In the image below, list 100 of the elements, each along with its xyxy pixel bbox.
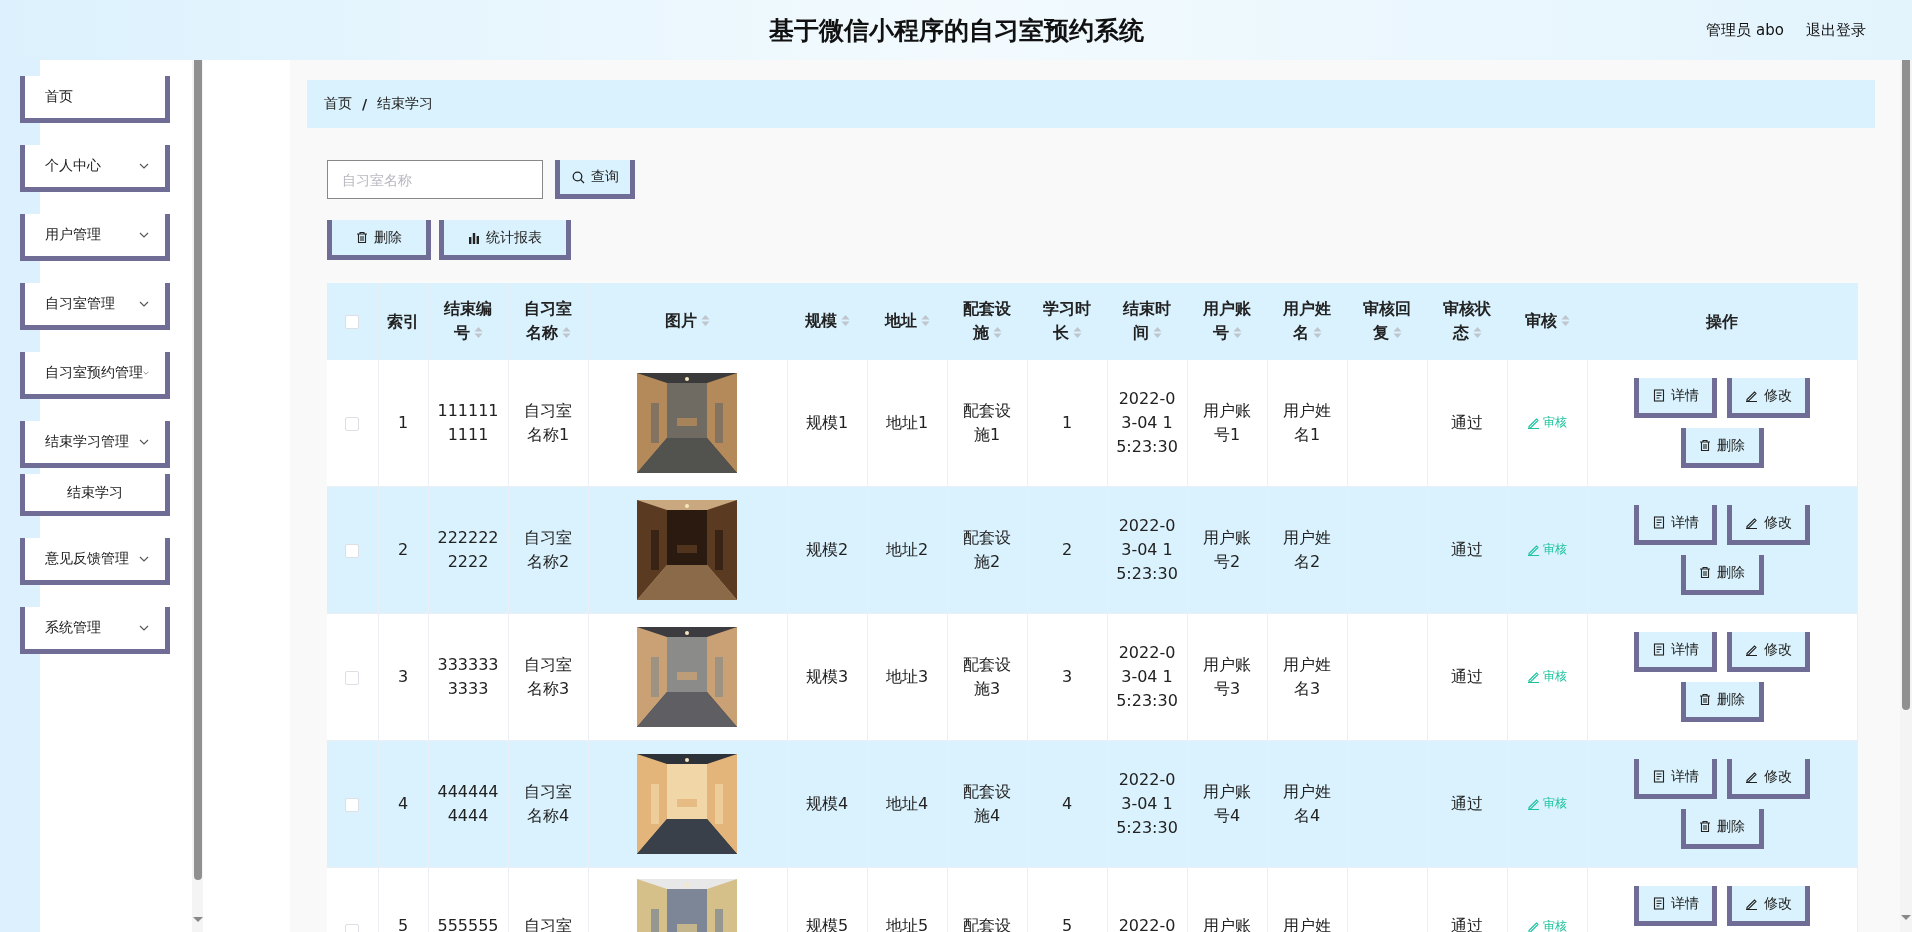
table-cell: 555555 [437, 916, 499, 932]
table-cell: 地址4 [885, 794, 929, 813]
sort-icon[interactable] [1312, 325, 1322, 339]
table-cell: 地址2 [885, 540, 929, 559]
menu-item[interactable]: 意见反馈管理 [20, 538, 170, 585]
row-checkbox[interactable] [345, 797, 360, 812]
chevron-down-icon [139, 301, 149, 307]
chevron-down-icon [139, 625, 149, 631]
breadcrumb-item[interactable]: 首页 [324, 95, 352, 113]
table-cell: 配套设施1 [963, 401, 1011, 444]
edit-button[interactable]: 修改 [1727, 378, 1810, 418]
chevron-down-icon [139, 556, 149, 562]
table-cell: 3 [397, 667, 409, 686]
table-cell: 用户姓名1 [1283, 401, 1331, 444]
table-cell: 自习室名称1 [524, 401, 572, 444]
chevron-down-icon [143, 370, 149, 376]
table-cell: 规模2 [805, 540, 849, 559]
table-cell: 通过 [1451, 916, 1483, 932]
detail-button[interactable]: 详情 [1634, 632, 1717, 672]
trash-icon [1699, 820, 1711, 833]
table-cell: 3333333333 [437, 655, 499, 698]
sort-icon[interactable] [561, 325, 571, 339]
pencil-icon [1745, 643, 1758, 656]
search-button[interactable]: 查询 [555, 160, 635, 199]
sort-icon[interactable] [701, 313, 710, 327]
sort-icon[interactable] [920, 313, 930, 327]
menu-item[interactable]: 结束学习管理 [20, 421, 170, 468]
table-cell: 2022-03-04 15:23:30 [1116, 770, 1178, 837]
bar-chart-icon [468, 231, 480, 244]
pencil-icon [1527, 669, 1540, 683]
menu-item[interactable]: 自习室管理 [20, 283, 170, 330]
menu-item[interactable]: 个人中心 [20, 145, 170, 192]
row-checkbox[interactable] [345, 670, 360, 685]
submenu-item[interactable]: 结束学习 [20, 474, 170, 516]
pencil-icon [1527, 919, 1540, 932]
select-all-checkbox[interactable] [345, 315, 360, 329]
row-checkbox[interactable] [345, 416, 360, 431]
sort-icon[interactable] [1072, 325, 1082, 339]
table-cell: 地址3 [885, 667, 929, 686]
scrollbar[interactable] [194, 60, 202, 880]
sort-icon[interactable] [992, 325, 1002, 339]
menu-item[interactable]: 首页 [20, 76, 170, 123]
detail-button[interactable]: 详情 [1634, 505, 1717, 545]
table-cell: 2022-0 [1118, 916, 1176, 932]
trash-icon [1699, 566, 1711, 579]
breadcrumb-item[interactable]: 结束学习 [377, 95, 434, 113]
sort-icon[interactable] [1152, 325, 1162, 339]
sort-icon[interactable] [1560, 313, 1570, 327]
pencil-icon [1527, 542, 1540, 556]
logout-link[interactable]: 退出登录 [1806, 20, 1866, 40]
table-cell: 用户账号1 [1203, 401, 1251, 444]
sort-icon[interactable] [473, 325, 483, 339]
sort-icon[interactable] [840, 313, 850, 327]
table-cell: 4 [397, 794, 409, 813]
table-cell: 用户账号2 [1203, 528, 1251, 571]
edit-button[interactable]: 修改 [1727, 505, 1810, 545]
delete-button[interactable]: 删除 [1680, 555, 1764, 595]
delete-button[interactable]: 删除 [327, 220, 431, 260]
table-cell: 通过 [1451, 667, 1483, 686]
menu-item[interactable]: 自习室预约管理 [20, 352, 170, 399]
table-cell: 2 [1061, 540, 1073, 559]
table-cell: 用户姓名3 [1283, 655, 1331, 698]
pencil-icon [1745, 516, 1758, 529]
delete-button[interactable]: 删除 [1680, 809, 1764, 849]
trash-icon [1699, 439, 1711, 452]
column-header: 索引 [386, 310, 420, 333]
delete-button[interactable]: 删除 [1680, 682, 1764, 722]
row-checkbox[interactable] [345, 543, 360, 558]
pencil-icon [1527, 796, 1540, 810]
table-cell: 5 [1061, 916, 1073, 932]
table-cell: 通过 [1451, 794, 1483, 813]
scrollbar[interactable] [1902, 60, 1910, 710]
edit-button[interactable]: 修改 [1727, 759, 1810, 799]
table-cell: 用户姓名4 [1283, 782, 1331, 825]
scroll-down-icon[interactable] [1901, 915, 1911, 920]
table-cell: 2 [397, 540, 409, 559]
chevron-down-icon [139, 439, 149, 445]
trash-icon [1699, 693, 1711, 706]
edit-button[interactable]: 修改 [1727, 632, 1810, 672]
menu-item[interactable]: 用户管理 [20, 214, 170, 261]
sort-icon[interactable] [1392, 325, 1402, 339]
document-icon [1652, 389, 1665, 402]
detail-button[interactable]: 详情 [1634, 378, 1717, 418]
table-cell: 3 [1061, 667, 1073, 686]
sort-icon[interactable] [1472, 325, 1482, 339]
table-cell: 配套设施4 [963, 782, 1011, 825]
table-cell: 用户账号4 [1203, 782, 1251, 825]
menu-item[interactable]: 系统管理 [20, 607, 170, 654]
table-cell: 2022-03-04 15:23:30 [1116, 516, 1178, 583]
detail-button[interactable]: 详情 [1634, 759, 1717, 799]
detail-button[interactable]: 详情 [1634, 886, 1717, 926]
search-field[interactable]: 自习室名称 [327, 160, 543, 199]
search-icon [571, 170, 585, 184]
sort-icon[interactable] [1232, 325, 1242, 339]
table-cell: 通过 [1451, 413, 1483, 432]
edit-button[interactable]: 修改 [1727, 886, 1810, 926]
table-cell: 4 [1061, 794, 1073, 813]
report-button[interactable]: 统计报表 [439, 220, 571, 260]
app-title: 基于微信小程序的自习室预约系统 [768, 14, 1144, 47]
delete-button[interactable]: 删除 [1680, 428, 1764, 468]
